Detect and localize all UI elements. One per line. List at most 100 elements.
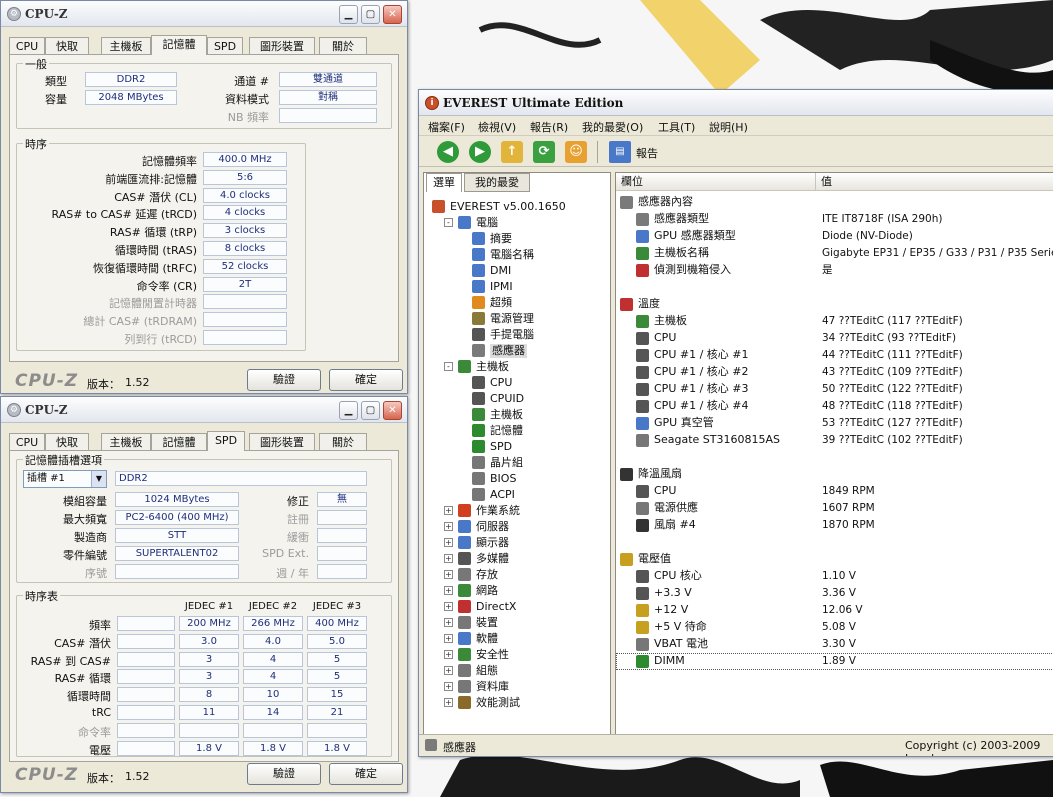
tree-item[interactable]: 電腦名稱 <box>424 247 610 263</box>
tree-item[interactable]: 記憶體 <box>424 423 610 439</box>
title-bar[interactable]: ⚙ CPU-Z ▁ ▢ ✕ <box>1 397 407 423</box>
column-header-value[interactable]: 值 <box>816 173 1053 191</box>
tree-item[interactable]: ACPI <box>424 487 610 503</box>
tree-item[interactable]: + 組態 <box>424 663 610 679</box>
sensor-row[interactable]: +3.3 V 3.36 V <box>616 585 1053 602</box>
up-icon[interactable]: ↑ <box>501 141 523 163</box>
tree-item[interactable]: + 資料庫 <box>424 679 610 695</box>
ok-button[interactable]: 確定 <box>329 763 403 785</box>
sensor-row[interactable]: GPU 感應器類型 Diode (NV-Diode) <box>616 228 1053 245</box>
collapse-icon[interactable]: - <box>444 218 453 227</box>
tree-item[interactable]: + 存放 <box>424 567 610 583</box>
tab-cache[interactable]: 快取 <box>45 433 89 451</box>
tab-spd[interactable]: SPD <box>207 431 245 451</box>
expand-icon[interactable]: + <box>444 602 453 611</box>
tree-item[interactable]: + DirectX <box>424 599 610 615</box>
tree-item[interactable]: + 作業系統 <box>424 503 610 519</box>
sensor-row[interactable]: 風扇 #4 1870 RPM <box>616 517 1053 534</box>
tree-item[interactable]: CPUID <box>424 391 610 407</box>
sensor-row[interactable]: CPU 34 ??TEditC (93 ??TEditF) <box>616 330 1053 347</box>
title-bar[interactable]: ⚙ CPU-Z ▁ ▢ ✕ <box>1 1 407 27</box>
menu-help[interactable]: 說明(H) <box>709 119 748 135</box>
sensor-row[interactable]: 電源供應 1607 RPM <box>616 500 1053 517</box>
expand-icon[interactable]: + <box>444 634 453 643</box>
tab-cache[interactable]: 快取 <box>45 37 89 55</box>
tree-item[interactable]: + 效能測試 <box>424 695 610 711</box>
expand-icon[interactable]: + <box>444 650 453 659</box>
menu-file[interactable]: 檔案(F) <box>428 119 465 135</box>
tree-item[interactable]: EVEREST v5.00.1650 <box>424 199 610 215</box>
expand-icon[interactable]: + <box>444 682 453 691</box>
tab-menu[interactable]: 選單 <box>426 173 462 192</box>
slot-select[interactable]: 插槽 #1 ▼ <box>23 470 107 488</box>
menu-favorites[interactable]: 我的最愛(O) <box>582 119 643 135</box>
sensor-row[interactable]: CPU 核心 1.10 V <box>616 568 1053 585</box>
sensor-row[interactable]: 偵測到機箱侵入 是 <box>616 262 1053 279</box>
sensor-row[interactable]: 感應器類型 ITE IT8718F (ISA 290h) <box>616 211 1053 228</box>
sensor-row[interactable]: Seagate ST3160815AS 39 ??TEditC (102 ??TE… <box>616 432 1053 449</box>
tree-item[interactable]: + 伺服器 <box>424 519 610 535</box>
sensor-row[interactable]: CPU 1849 RPM <box>616 483 1053 500</box>
sensor-row[interactable]: CPU #1 / 核心 #2 43 ??TEditC (109 ??TEditF) <box>616 364 1053 381</box>
close-button[interactable]: ✕ <box>383 5 402 24</box>
report-icon[interactable]: ▤ <box>609 141 631 163</box>
tree-item[interactable]: 主機板 <box>424 407 610 423</box>
tab-cpu[interactable]: CPU <box>9 37 45 55</box>
menu-view[interactable]: 檢視(V) <box>478 119 516 135</box>
sensor-row[interactable]: DIMM 1.89 V <box>616 653 1053 670</box>
tree-item[interactable]: 摘要 <box>424 231 610 247</box>
maximize-button[interactable]: ▢ <box>361 401 380 420</box>
tab-spd[interactable]: SPD <box>207 37 243 55</box>
tab-mainboard[interactable]: 主機板 <box>101 37 151 55</box>
tab-memory[interactable]: 記憶體 <box>151 35 207 55</box>
tree-item[interactable]: 電源管理 <box>424 311 610 327</box>
minimize-button[interactable]: ▁ <box>339 401 358 420</box>
tab-about[interactable]: 關於 <box>319 433 367 451</box>
tab-graphics[interactable]: 圖形裝置 <box>249 37 315 55</box>
tab-about[interactable]: 關於 <box>319 37 367 55</box>
report-button-label[interactable]: 報告 <box>636 145 658 161</box>
tree-item[interactable]: 感應器 <box>424 343 610 359</box>
menu-tools[interactable]: 工具(T) <box>658 119 695 135</box>
tree-item[interactable]: + 安全性 <box>424 647 610 663</box>
tree-item[interactable]: BIOS <box>424 471 610 487</box>
tree-item[interactable]: + 顯示器 <box>424 535 610 551</box>
sensor-row[interactable]: +12 V 12.06 V <box>616 602 1053 619</box>
tree-item[interactable]: 晶片組 <box>424 455 610 471</box>
sensor-row[interactable]: VBAT 電池 3.30 V <box>616 636 1053 653</box>
sensor-row[interactable]: +5 V 待命 5.08 V <box>616 619 1053 636</box>
tree-item[interactable]: 手提電腦 <box>424 327 610 343</box>
tab-memory[interactable]: 記憶體 <box>151 433 207 451</box>
close-button[interactable]: ✕ <box>383 401 402 420</box>
tree-item[interactable]: + 網路 <box>424 583 610 599</box>
tab-favorites[interactable]: 我的最愛 <box>464 173 530 192</box>
tree-item[interactable]: + 軟體 <box>424 631 610 647</box>
expand-icon[interactable]: + <box>444 570 453 579</box>
tree-item[interactable]: - 電腦 <box>424 215 610 231</box>
tree-item[interactable]: - 主機板 <box>424 359 610 375</box>
sensor-row[interactable]: 主機板 47 ??TEditC (117 ??TEditF) <box>616 313 1053 330</box>
maximize-button[interactable]: ▢ <box>361 5 380 24</box>
sensor-row[interactable]: CPU #1 / 核心 #3 50 ??TEditC (122 ??TEditF) <box>616 381 1053 398</box>
sensor-row[interactable]: GPU 真空管 53 ??TEditC (127 ??TEditF) <box>616 415 1053 432</box>
tab-graphics[interactable]: 圖形裝置 <box>249 433 315 451</box>
ok-button[interactable]: 確定 <box>329 369 403 391</box>
sensor-row[interactable]: CPU #1 / 核心 #4 48 ??TEditC (118 ??TEditF) <box>616 398 1053 415</box>
tree-item[interactable]: + 裝置 <box>424 615 610 631</box>
tree-item[interactable]: SPD <box>424 439 610 455</box>
tree-item[interactable]: CPU <box>424 375 610 391</box>
title-bar[interactable]: i EVEREST Ultimate Edition <box>419 90 1053 116</box>
section-row[interactable]: 溫度 <box>616 296 1053 313</box>
tree-item[interactable]: 超頻 <box>424 295 610 311</box>
tab-cpu[interactable]: CPU <box>9 433 45 451</box>
refresh-icon[interactable]: ⟳ <box>533 141 555 163</box>
sensor-row[interactable]: CPU #1 / 核心 #1 44 ??TEditC (111 ??TEditF) <box>616 347 1053 364</box>
validate-button[interactable]: 驗證 <box>247 763 321 785</box>
tab-mainboard[interactable]: 主機板 <box>101 433 151 451</box>
expand-icon[interactable]: + <box>444 538 453 547</box>
users-icon[interactable]: ☺ <box>565 141 587 163</box>
section-row[interactable]: 降溫風扇 <box>616 466 1053 483</box>
sensor-row[interactable]: 主機板名稱 Gigabyte EP31 / EP35 / G33 / P31 / … <box>616 245 1053 262</box>
forward-icon[interactable]: ▶ <box>469 141 491 163</box>
minimize-button[interactable]: ▁ <box>339 5 358 24</box>
